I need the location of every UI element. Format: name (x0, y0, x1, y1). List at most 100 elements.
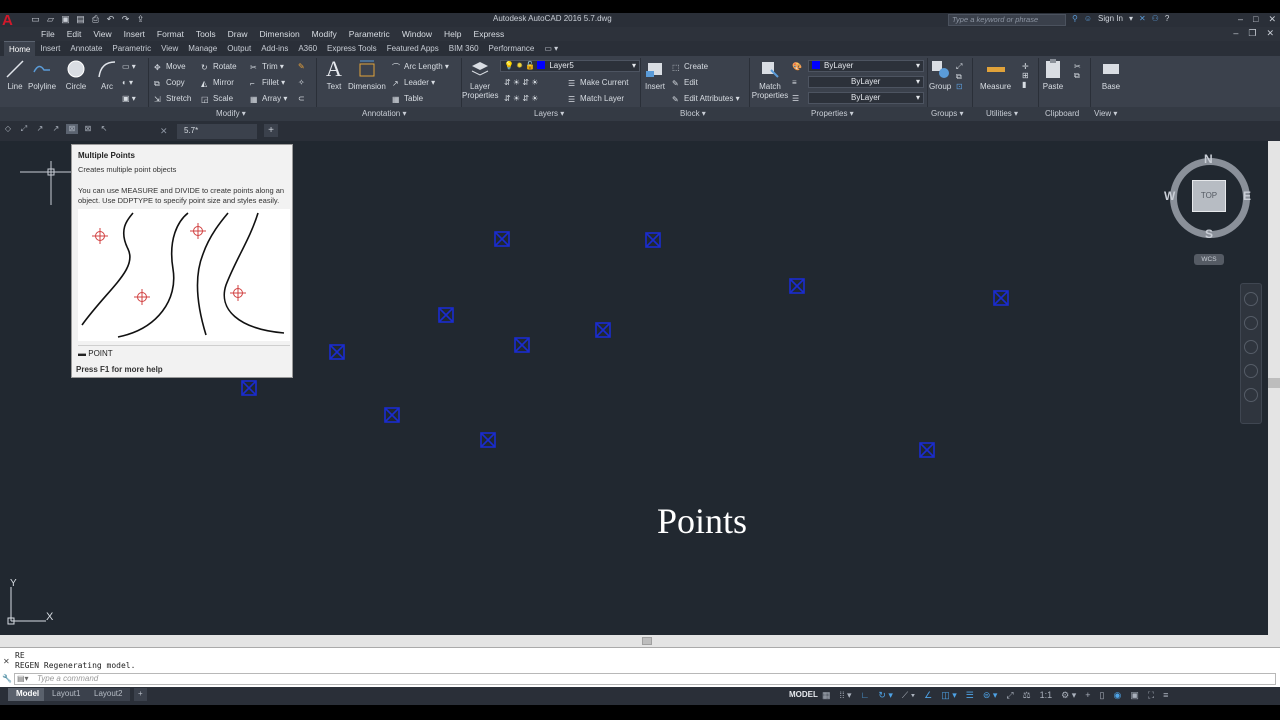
annotation-monitor-icon[interactable]: + (1085, 690, 1090, 701)
edit-attributes-button[interactable]: ✎ Edit Attributes ▾ (672, 94, 740, 104)
arc-button[interactable]: Arc (96, 58, 118, 91)
ribbon-toggle-icon[interactable]: ▭ ▾ (539, 41, 563, 56)
help-icon[interactable]: ? (1165, 14, 1169, 23)
fillet-button[interactable]: ⌐ Fillet ▾ (250, 78, 285, 88)
mini-tool-icon[interactable]: ⊠ (82, 124, 94, 134)
horizontal-scroll-thumb[interactable] (642, 637, 652, 645)
lineweight-dropdown[interactable]: ByLayer ▾ (808, 92, 924, 104)
explode-tool[interactable]: ✧ (298, 78, 305, 87)
showmotion-icon[interactable] (1244, 388, 1258, 402)
grid-icon[interactable]: ▦ (822, 690, 831, 701)
exchange-apps-icon[interactable]: ✕ (1139, 14, 1146, 23)
a360-icon[interactable]: ⚇ (1152, 14, 1159, 23)
point-marker[interactable] (644, 231, 662, 249)
dimension-button[interactable]: Dimension (348, 58, 386, 91)
point-marker[interactable] (493, 230, 511, 248)
share-icon[interactable]: ⇪ (135, 14, 146, 25)
layout-tab-layout1[interactable]: Layout1 (44, 688, 89, 701)
annotation-scale-value[interactable]: 1:1 (1040, 690, 1053, 701)
orbit-icon[interactable] (1244, 364, 1258, 378)
compass-south[interactable]: S (1205, 227, 1213, 241)
draw-more-tool[interactable]: ▣ ▾ (122, 94, 136, 103)
ortho-icon[interactable]: ∟ (861, 690, 870, 701)
transparency-icon[interactable]: ⊜ ▾ (983, 690, 998, 701)
menu-dimension[interactable]: Dimension (254, 27, 306, 41)
create-block-button[interactable]: ⬚ Create (672, 62, 708, 72)
minimize-icon[interactable]: – (1238, 14, 1243, 25)
layout-tab-layout2[interactable]: Layout2 (86, 688, 131, 701)
clean-screen-icon[interactable]: ⛶ (1148, 690, 1154, 701)
tab-view[interactable]: View (156, 41, 183, 56)
vertical-scroll-thumb[interactable] (1268, 378, 1280, 388)
menu-view[interactable]: View (87, 27, 117, 41)
mini-tool-icon[interactable]: ↖ (98, 124, 110, 134)
utilities-tools[interactable]: ✛ ⊞ ▮ (1022, 62, 1029, 89)
plot-icon[interactable]: ⎙ (90, 14, 101, 25)
mini-tool-icon[interactable]: ⤢ (18, 124, 30, 134)
tab-output[interactable]: Output (222, 41, 256, 56)
tab-add-ins[interactable]: Add-ins (256, 41, 293, 56)
panel-label-layers[interactable]: Layers ▾ (534, 109, 564, 118)
compass-west[interactable]: W (1164, 189, 1175, 203)
viewcube-top-face[interactable]: TOP (1192, 180, 1226, 212)
tab-bim-360[interactable]: BIM 360 (444, 41, 484, 56)
zoom-extents-icon[interactable] (1244, 340, 1258, 354)
drawing-text-points[interactable]: Points (657, 500, 747, 542)
panel-label-view[interactable]: View ▾ (1094, 109, 1117, 118)
annotation-visibility-icon[interactable]: ⚖ (1023, 690, 1031, 701)
mini-tool-icon[interactable]: ↗ (50, 124, 62, 134)
polar-tracking-icon[interactable]: ↻ ▾ (878, 690, 893, 701)
tab-performance[interactable]: Performance (484, 41, 540, 56)
save-as-icon[interactable]: ▤ (75, 14, 86, 25)
panel-label-utilities[interactable]: Utilities ▾ (986, 109, 1018, 118)
command-input[interactable]: Type a command (14, 673, 1276, 685)
isodraft-icon[interactable]: ⟋ ▾ (902, 690, 915, 701)
color-dropdown[interactable]: ByLayer ▾ (808, 60, 924, 72)
layout-tab-model[interactable]: Model (8, 688, 48, 701)
pan-icon[interactable] (1244, 316, 1258, 330)
tab-home[interactable]: Home (4, 41, 36, 56)
command-close-icon[interactable]: ✕ (3, 657, 10, 666)
circle-button[interactable]: Circle (65, 58, 87, 91)
doc-minimize-icon[interactable]: – (1233, 28, 1238, 39)
tab-parametric[interactable]: Parametric (107, 41, 156, 56)
chevron-down-icon[interactable]: ▾ (1129, 14, 1133, 23)
move-button[interactable]: ✥ Move (154, 62, 186, 72)
mini-tool-icon[interactable]: ↗ (34, 124, 46, 134)
panel-label-annotation[interactable]: Annotation ▾ (362, 109, 407, 118)
isolate-objects-icon[interactable]: ◉ (1113, 690, 1121, 701)
clipboard-tools[interactable]: ✂ ⧉ (1074, 62, 1081, 81)
rotate-button[interactable]: ↻ Rotate (201, 62, 237, 72)
vertical-scrollbar[interactable] (1268, 141, 1280, 635)
hatch-tool[interactable]: ◐ ▾ (122, 78, 133, 87)
insert-block-button[interactable]: Insert (644, 58, 666, 91)
open-file-icon[interactable]: ▱ (45, 14, 56, 25)
steering-wheel-icon[interactable] (1244, 292, 1258, 306)
lineweight-toggle-icon[interactable]: ☰ (966, 690, 974, 701)
rectangle-tool[interactable]: ▭ ▾ (122, 62, 136, 71)
text-button[interactable]: A Text (323, 58, 345, 92)
mini-tool-icon[interactable]: ◇ (2, 124, 14, 134)
multiple-points-icon[interactable]: ⊠ (66, 124, 78, 134)
layer-tools-row2[interactable]: ⇵ ☀ ⇵ ☀ (504, 94, 538, 103)
help-search-input[interactable]: Type a keyword or phrase (948, 14, 1066, 26)
doc-close-icon[interactable]: ✕ (1266, 28, 1274, 39)
tab-annotate[interactable]: Annotate (65, 41, 107, 56)
menu-edit[interactable]: Edit (61, 27, 88, 41)
new-tab-button[interactable]: + (264, 124, 278, 137)
compass-north[interactable]: N (1204, 152, 1213, 166)
menu-parametric[interactable]: Parametric (343, 27, 396, 41)
panel-label-clipboard[interactable]: Clipboard (1045, 109, 1079, 118)
copy-button[interactable]: ⧉ Copy (154, 78, 185, 88)
line-button[interactable]: Line (4, 58, 26, 91)
user-icon[interactable]: ☺ (1084, 14, 1092, 23)
model-space-button[interactable]: MODEL (789, 690, 818, 699)
panel-label-block[interactable]: Block ▾ (680, 109, 706, 118)
tab-featured-apps[interactable]: Featured Apps (382, 41, 444, 56)
paste-button[interactable]: Paste (1042, 58, 1064, 91)
point-marker[interactable] (788, 277, 806, 295)
menu-file[interactable]: File (35, 27, 61, 41)
undo-icon[interactable]: ↶ (105, 14, 116, 25)
erase-tool[interactable]: ✎ (298, 62, 305, 71)
tab-express-tools[interactable]: Express Tools (322, 41, 382, 56)
